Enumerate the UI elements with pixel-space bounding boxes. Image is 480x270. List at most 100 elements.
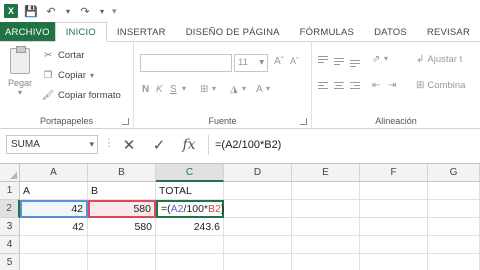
formula-input[interactable]: =(A2/100*B2) [208,135,480,155]
merge-center-button[interactable]: ⊞ Combina [416,80,465,91]
column-header-b[interactable]: B [88,164,156,182]
cell-a2[interactable]: 42 [20,200,88,218]
cell-a1[interactable]: A [20,182,88,200]
cell-c4[interactable] [156,236,224,254]
shrink-font-icon[interactable]: Aˇ [290,56,299,66]
bold-button[interactable]: N [142,84,149,95]
cell-g4[interactable] [428,236,480,254]
tab-datos[interactable]: DATOS [364,22,417,42]
orientation-dropdown-icon[interactable]: ▾ [384,54,388,63]
cell-c3[interactable]: 243.6 [156,218,224,236]
confirm-formula-icon[interactable]: ✓ [148,134,170,156]
cell-g1[interactable] [428,182,480,200]
tab-diseno-de-pagina[interactable]: DISEÑO DE PÁGINA [176,22,290,42]
cell-f4[interactable] [360,236,428,254]
font-name-select[interactable] [140,54,232,72]
row-header-1[interactable]: 1 [0,182,20,200]
redo-icon[interactable]: ↷ [78,4,92,18]
row-header-4[interactable]: 4 [0,236,20,254]
font-launcher-icon[interactable] [300,118,307,125]
cell-f2[interactable] [360,200,428,218]
cell-g2[interactable] [428,200,480,218]
fill-color-icon[interactable]: ◮ [230,84,238,95]
cell-a4[interactable] [20,236,88,254]
copy-dropdown-icon[interactable]: ▾ [90,71,94,80]
undo-icon[interactable]: ↶ [44,4,58,18]
paste-button[interactable]: Pegar ▾ [6,46,34,97]
copy-button[interactable]: ❐ Copiar ▾ [42,70,94,81]
orientation-icon[interactable]: ⇗ [372,54,380,65]
formula-bar-handle-icon[interactable]: ⋮ [104,138,114,149]
wrap-text-button[interactable]: ↲ Ajustar t [416,54,462,65]
column-header-f[interactable]: F [360,164,428,182]
tab-inicio[interactable]: INICIO [54,22,107,42]
cell-f5[interactable] [360,254,428,270]
tab-revisar[interactable]: REVISAR [417,22,480,42]
cell-c5[interactable] [156,254,224,270]
cell-b5[interactable] [88,254,156,270]
underline-dropdown-icon[interactable]: ▾ [182,84,186,93]
cell-e1[interactable] [292,182,360,200]
align-center-icon[interactable] [334,82,346,92]
cell-a5[interactable] [20,254,88,270]
cell-a3[interactable]: 42 [20,218,88,236]
paste-dropdown-icon[interactable]: ▾ [6,88,34,97]
cell-e4[interactable] [292,236,360,254]
cut-button[interactable]: ✂ Cortar [42,50,84,61]
font-color-dropdown-icon[interactable]: ▾ [266,84,270,93]
column-header-d[interactable]: D [224,164,292,182]
borders-dropdown-icon[interactable]: ▾ [212,84,216,93]
tab-formulas[interactable]: FÓRMULAS [290,22,364,42]
row-header-2[interactable]: 2 [0,200,20,218]
cancel-formula-icon[interactable]: ✕ [118,134,140,156]
customize-qat-icon[interactable]: ▾ [112,6,117,17]
cell-d5[interactable] [224,254,292,270]
font-color-icon[interactable]: A [256,84,263,95]
column-header-g[interactable]: G [428,164,480,182]
grow-font-icon[interactable]: Aˆ [274,56,284,67]
fill-color-dropdown-icon[interactable]: ▾ [242,84,246,93]
cell-d4[interactable] [224,236,292,254]
cell-c2-editing[interactable]: =(A2/100*B2) [156,200,224,218]
cell-b2[interactable]: 580 [88,200,156,218]
borders-icon[interactable]: ⊞ [200,84,208,95]
cell-b3[interactable]: 580 [88,218,156,236]
cell-f1[interactable] [360,182,428,200]
align-left-icon[interactable] [318,82,330,92]
column-header-a[interactable]: A [20,164,88,182]
cell-b1[interactable]: B [88,182,156,200]
cell-e2[interactable] [292,200,360,218]
clipboard-launcher-icon[interactable] [122,118,129,125]
column-header-c[interactable]: C [156,164,224,182]
decrease-indent-icon[interactable]: ⇤ [372,80,380,91]
tab-archivo[interactable]: ARCHIVO [0,22,55,42]
italic-button[interactable]: K [156,84,163,95]
save-icon[interactable]: 💾 [24,4,38,18]
insert-function-icon[interactable]: fx [178,134,200,156]
cell-f3[interactable] [360,218,428,236]
cell-b4[interactable] [88,236,156,254]
align-middle-icon[interactable] [334,56,346,66]
select-all-button[interactable] [0,164,20,182]
format-painter-button[interactable]: 🖌 Copiar formato [42,90,121,101]
redo-dropdown-icon[interactable]: ▾ [98,4,106,18]
name-box[interactable]: SUMA [6,135,98,154]
cell-d1[interactable] [224,182,292,200]
row-header-3[interactable]: 3 [0,218,20,236]
font-size-select[interactable]: 11 [234,54,268,72]
increase-indent-icon[interactable]: ⇥ [388,80,396,91]
tab-insertar[interactable]: INSERTAR [107,22,176,42]
align-right-icon[interactable] [350,82,362,92]
cell-d3[interactable] [224,218,292,236]
cell-g3[interactable] [428,218,480,236]
cell-e3[interactable] [292,218,360,236]
align-top-icon[interactable] [318,56,330,66]
row-header-5[interactable]: 5 [0,254,20,270]
cell-g5[interactable] [428,254,480,270]
cell-c1[interactable]: TOTAL [156,182,224,200]
undo-dropdown-icon[interactable]: ▾ [64,4,72,18]
cell-d2[interactable] [224,200,292,218]
align-bottom-icon[interactable] [350,56,362,67]
column-header-e[interactable]: E [292,164,360,182]
cell-e5[interactable] [292,254,360,270]
